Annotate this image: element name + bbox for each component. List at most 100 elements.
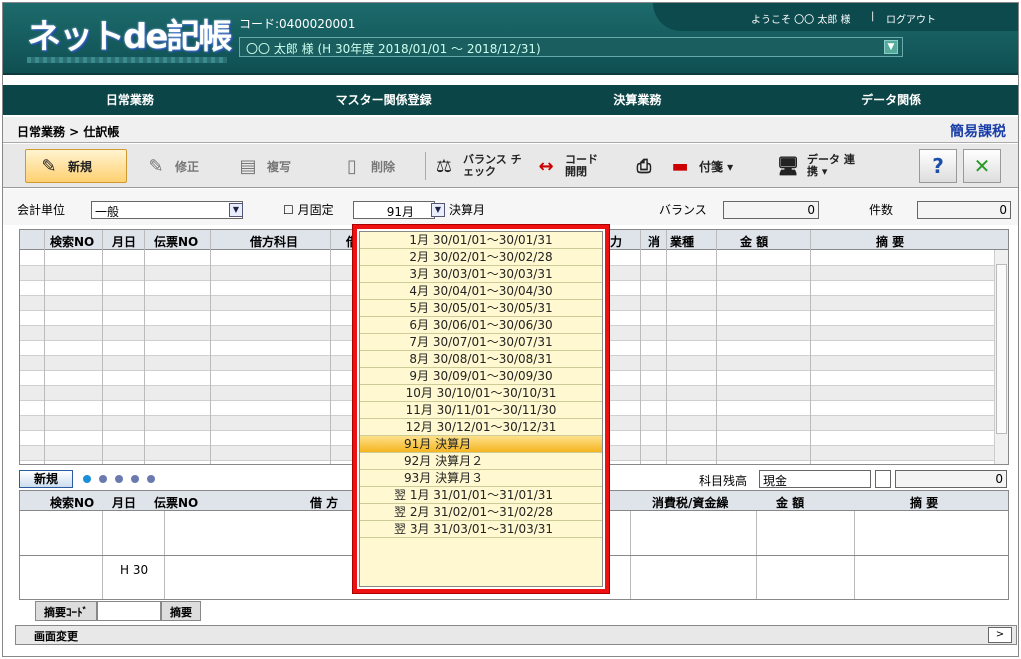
copy-button[interactable]: ▤ 複写 — [235, 149, 291, 183]
chevron-down-icon[interactable]: ▼ — [229, 203, 243, 217]
month-option[interactable]: 92月 決算月２ — [360, 453, 602, 470]
next-button[interactable]: > — [988, 627, 1012, 643]
month-option-selected[interactable]: 91月 決算月 — [360, 436, 602, 453]
tax-mode-label: 簡易課税 — [950, 124, 1006, 140]
count-value: 0 — [917, 201, 1011, 219]
toolbar-divider — [425, 152, 426, 180]
help-button[interactable]: ? — [919, 149, 957, 183]
subject-balance-label: 科目残高 — [699, 474, 748, 488]
welcome-area: ようこそ 〇〇 太郎 様 | ログアウト — [653, 3, 1018, 31]
chevron-down-icon[interactable]: ▼ — [884, 40, 898, 54]
summary-code-field[interactable] — [97, 601, 161, 621]
scale-icon: ⚖ — [435, 155, 453, 177]
column-divider — [330, 230, 331, 464]
column-divider — [716, 230, 717, 464]
subject-select[interactable]: 現金 — [759, 470, 871, 488]
data-link-button[interactable]: 🖥 データ 連携 ▾ — [775, 149, 857, 183]
page-dot[interactable] — [99, 475, 107, 483]
month-option[interactable]: 3月 30/03/01～30/03/31 — [360, 266, 602, 283]
logo-decoration — [27, 57, 227, 63]
month-option[interactable]: 10月 30/10/01～30/10/31 — [360, 385, 602, 402]
subject-amount: 0 — [895, 470, 1007, 488]
month-option[interactable]: 11月 30/11/01～30/11/30 — [360, 402, 602, 419]
pencil-icon: ✎ — [41, 155, 57, 177]
column-divider — [44, 230, 45, 464]
code-toggle-button[interactable]: ↔ コード 開閉 — [533, 149, 605, 183]
user-code: コード:0400020001 — [239, 17, 356, 31]
tag-button[interactable]: ▬ 付箋 ▾ — [667, 149, 733, 183]
menu-daily[interactable]: 日常業務 — [3, 85, 257, 115]
vertical-scrollbar[interactable] — [994, 250, 1008, 464]
month-option[interactable]: 翌 1月 31/01/01～31/01/31 — [360, 487, 602, 504]
column-divider — [102, 230, 103, 464]
page-dot[interactable] — [83, 475, 91, 483]
column-divider — [810, 230, 811, 464]
balance-check-button[interactable]: ⚖ バランス チェック — [431, 149, 525, 183]
toolbar: ✎ 新規 ✎ 修正 ▤ 複写 ▯ 削除 ⚖ バランス チェック ↔ コード 開閉 ⎙ ▬ 付箋… — [3, 144, 1018, 188]
month-dropdown: 1月 30/01/01～30/01/31 2月 30/02/01～30/02/2… — [353, 225, 609, 593]
menu-closing[interactable]: 決算業務 — [511, 85, 765, 115]
column-divider — [210, 230, 211, 464]
edit-icon: ✎ — [148, 155, 164, 177]
era-text: H 30 — [120, 563, 149, 577]
print-button[interactable]: ⎙ — [631, 149, 657, 183]
month-option[interactable]: 7月 30/07/01～30/07/31 — [360, 334, 602, 351]
page-dot[interactable] — [115, 475, 123, 483]
close-button[interactable]: ✕ — [963, 149, 1001, 183]
tab-summary-code[interactable]: 摘要ｺｰﾄﾞ — [35, 601, 97, 621]
month-select[interactable]: 91月 — [353, 201, 435, 219]
welcome-text: ようこそ 〇〇 太郎 様 — [751, 15, 851, 26]
entry-new-button[interactable]: 新規 — [19, 470, 73, 488]
month-option[interactable]: 9月 30/09/01～30/09/30 — [360, 368, 602, 385]
column-divider — [666, 230, 667, 464]
status-bar: 画面変更 > — [15, 625, 1017, 645]
edit-button[interactable]: ✎ 修正 — [143, 149, 199, 183]
filter-bar: 会計単位 一般 ▼ ☐ 月固定 91月 ▼ 決算月 バランス 0 件数 0 — [3, 189, 1018, 225]
header-bar: ネットde記帳 コード:0400020001 〇〇 太郎 様 (H 30年度 2… — [3, 3, 1018, 75]
tag-icon: ▬ — [671, 155, 689, 177]
balance-value: 0 — [723, 201, 819, 219]
column-divider — [640, 230, 641, 464]
copy-icon: ▤ — [239, 155, 257, 177]
month-option[interactable]: 翌 3月 31/03/01～31/03/31 — [360, 521, 602, 538]
month-option[interactable]: 1月 30/01/01～30/01/31 — [360, 232, 602, 249]
balance-label: バランス — [659, 203, 707, 217]
period-text: 〇〇 太郎 様 (H 30年度 2018/01/01 ～ 2018/12/31) — [246, 42, 541, 56]
scroll-thumb[interactable] — [996, 264, 1007, 434]
computer-icon: 🖥 — [776, 155, 800, 177]
trash-icon: ▯ — [347, 155, 357, 177]
month-option[interactable]: 4月 30/04/01～30/04/30 — [360, 283, 602, 300]
month-option[interactable]: 2月 30/02/01～30/02/28 — [360, 249, 602, 266]
unit-label: 会計単位 — [17, 203, 66, 217]
app-window: ネットde記帳 コード:0400020001 〇〇 太郎 様 (H 30年度 2… — [2, 2, 1019, 657]
page-dot[interactable] — [147, 475, 155, 483]
chevron-down-icon[interactable]: ▼ — [431, 203, 445, 217]
menu-data[interactable]: データ関係 — [764, 85, 1018, 115]
logout-link[interactable]: ログアウト — [886, 11, 936, 26]
month-fixed-checkbox[interactable]: ☐ 月固定 — [283, 201, 334, 218]
main-menu: 日常業務 マスター関係登録 決算業務 データ関係 — [3, 85, 1018, 115]
column-divider — [144, 230, 145, 464]
month-option[interactable]: 翌 2月 31/02/01～31/02/28 — [360, 504, 602, 521]
menu-master[interactable]: マスター関係登録 — [257, 85, 511, 115]
month-option[interactable]: 93月 決算月３ — [360, 470, 602, 487]
breadcrumb-bar: 日常業務 > 仕訳帳 簡易課税 — [3, 117, 1018, 143]
unit-select[interactable]: 一般 — [91, 201, 243, 219]
page-dot[interactable] — [131, 475, 139, 483]
count-label: 件数 — [869, 203, 894, 217]
tab-summary[interactable]: 摘要 — [161, 601, 201, 621]
bottom-tabs: 摘要ｺｰﾄﾞ 摘要 — [35, 601, 201, 621]
new-button[interactable]: ✎ 新規 — [25, 149, 127, 183]
breadcrumb: 日常業務 > 仕訳帳 — [17, 125, 120, 139]
subject-checkbox[interactable] — [875, 470, 891, 488]
month-option[interactable]: 8月 30/08/01～30/08/31 — [360, 351, 602, 368]
month-dropdown-list: 1月 30/01/01～30/01/31 2月 30/02/01～30/02/2… — [359, 231, 603, 587]
delete-button[interactable]: ▯ 削除 — [339, 149, 395, 183]
close-icon: ✕ — [973, 154, 991, 178]
month-option[interactable]: 12月 30/12/01～30/12/31 — [360, 419, 602, 436]
period-select[interactable]: 〇〇 太郎 様 (H 30年度 2018/01/01 ～ 2018/12/31)… — [239, 37, 903, 57]
welcome-separator: | — [871, 11, 875, 22]
month-option[interactable]: 5月 30/05/01～30/05/31 — [360, 300, 602, 317]
screen-change-button[interactable]: 画面変更 — [34, 628, 78, 644]
month-option[interactable]: 6月 30/06/01～30/06/30 — [360, 317, 602, 334]
